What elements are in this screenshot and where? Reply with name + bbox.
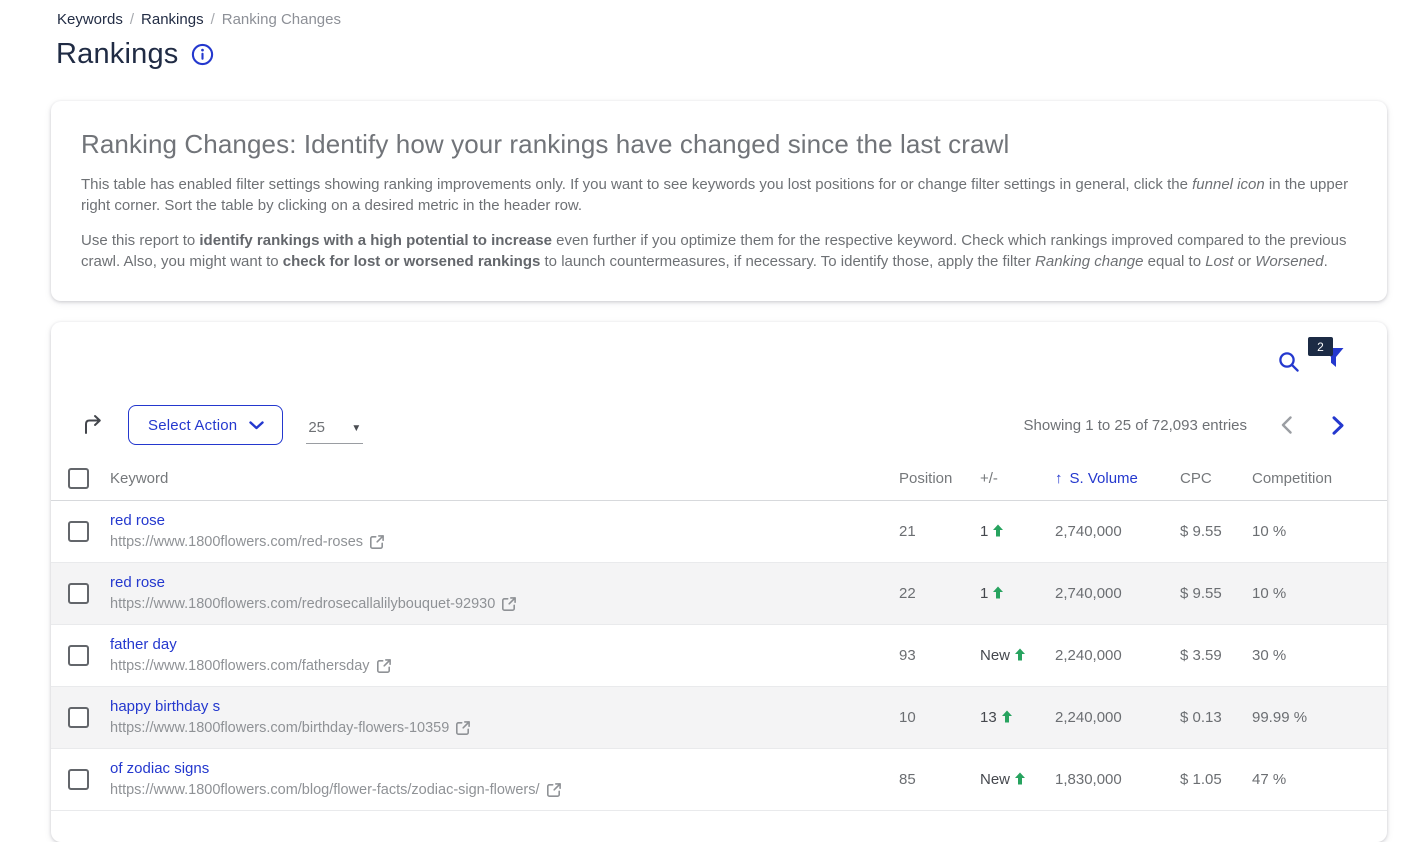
description-card: Ranking Changes: Identify how your ranki…: [51, 101, 1387, 301]
external-link-icon[interactable]: [501, 596, 517, 612]
cpc-value: $ 0.13: [1180, 686, 1252, 748]
filter-funnel-button[interactable]: 2: [1308, 337, 1358, 377]
competition-value: 10 %: [1252, 562, 1387, 624]
change-value: New: [980, 624, 1055, 686]
page-title: Rankings: [56, 38, 179, 71]
caret-down-icon: ▼: [351, 422, 361, 436]
row-checkbox[interactable]: [68, 645, 89, 666]
card-paragraph-2: Use this report to identify rankings wit…: [81, 230, 1357, 272]
competition-value: 99.99 %: [1252, 686, 1387, 748]
table-row: father day https://www.1800flowers.com/f…: [51, 624, 1387, 686]
cpc-value: $ 9.55: [1180, 562, 1252, 624]
competition-value: 10 %: [1252, 500, 1387, 562]
column-header-competition[interactable]: Competition: [1252, 458, 1387, 500]
cpc-value: $ 9.55: [1180, 500, 1252, 562]
arrow-up-icon: [1014, 772, 1026, 785]
column-header-cpc[interactable]: CPC: [1180, 458, 1252, 500]
keyword-link[interactable]: father day: [110, 636, 899, 653]
breadcrumb-separator: /: [130, 11, 134, 28]
column-header-keyword[interactable]: Keyword: [110, 458, 899, 500]
arrow-up-icon: [992, 524, 1004, 537]
column-header-volume[interactable]: ↑S. Volume: [1055, 458, 1180, 500]
column-header-change[interactable]: +/-: [980, 458, 1055, 500]
ranking-url: https://www.1800flowers.com/birthday-flo…: [110, 720, 449, 736]
change-value: 1: [980, 500, 1055, 562]
competition-value: 47 %: [1252, 748, 1387, 810]
table-row: red rose https://www.1800flowers.com/red…: [51, 500, 1387, 562]
competition-value: 30 %: [1252, 624, 1387, 686]
keyword-link[interactable]: red rose: [110, 512, 899, 529]
card-paragraph-1: This table has enabled filter settings s…: [81, 174, 1357, 216]
ranking-url: https://www.1800flowers.com/redrosecalla…: [110, 596, 495, 612]
rankings-table: Keyword Position +/- ↑S. Volume CPC Comp…: [51, 458, 1387, 811]
cpc-value: $ 1.05: [1180, 748, 1252, 810]
arrow-up-icon: [1001, 710, 1013, 723]
sort-ascending-icon: ↑: [1055, 470, 1063, 487]
next-page-button[interactable]: [1325, 412, 1351, 438]
export-icon[interactable]: [81, 413, 105, 437]
row-checkbox[interactable]: [68, 583, 89, 604]
select-all-checkbox[interactable]: [68, 468, 89, 489]
change-value: New: [980, 748, 1055, 810]
breadcrumb-separator: /: [211, 11, 215, 28]
external-link-icon[interactable]: [455, 720, 471, 736]
external-link-icon[interactable]: [369, 534, 385, 550]
keyword-link[interactable]: red rose: [110, 574, 899, 591]
change-value: 1: [980, 562, 1055, 624]
external-link-icon[interactable]: [546, 782, 562, 798]
ranking-url: https://www.1800flowers.com/fathersday: [110, 658, 370, 674]
position-value: 21: [899, 500, 980, 562]
filter-count-badge: 2: [1308, 337, 1333, 356]
keyword-link[interactable]: happy birthday s: [110, 698, 899, 715]
row-checkbox[interactable]: [68, 521, 89, 542]
table-header-row: Keyword Position +/- ↑S. Volume CPC Comp…: [51, 458, 1387, 500]
table-row: happy birthday s https://www.1800flowers…: [51, 686, 1387, 748]
arrow-up-icon: [992, 586, 1004, 599]
search-icon[interactable]: [1277, 350, 1301, 379]
row-checkbox[interactable]: [68, 707, 89, 728]
chevron-down-icon: [249, 421, 264, 430]
card-title: Ranking Changes: Identify how your ranki…: [81, 129, 1357, 160]
position-value: 22: [899, 562, 980, 624]
volume-value: 1,830,000: [1055, 748, 1180, 810]
column-header-position[interactable]: Position: [899, 458, 980, 500]
showing-entries-text: Showing 1 to 25 of 72,093 entries: [1024, 417, 1248, 434]
table-row: red rose https://www.1800flowers.com/red…: [51, 562, 1387, 624]
volume-value: 2,740,000: [1055, 500, 1180, 562]
change-value: 13: [980, 686, 1055, 748]
ranking-table-card: 2 Select Action 25 ▼ Showing 1 to 25 of …: [51, 322, 1387, 842]
position-value: 10: [899, 686, 980, 748]
breadcrumb-current: Ranking Changes: [222, 11, 341, 28]
row-checkbox[interactable]: [68, 769, 89, 790]
arrow-up-icon: [1014, 648, 1026, 661]
volume-value: 2,740,000: [1055, 562, 1180, 624]
volume-value: 2,240,000: [1055, 686, 1180, 748]
keyword-link[interactable]: of zodiac signs: [110, 760, 899, 777]
select-action-button[interactable]: Select Action: [128, 405, 283, 445]
volume-value: 2,240,000: [1055, 624, 1180, 686]
previous-page-button[interactable]: [1273, 412, 1299, 438]
page-size-select[interactable]: 25 ▼: [306, 412, 363, 444]
external-link-icon[interactable]: [376, 658, 392, 674]
table-row: of zodiac signs https://www.1800flowers.…: [51, 748, 1387, 810]
position-value: 85: [899, 748, 980, 810]
ranking-url: https://www.1800flowers.com/red-roses: [110, 534, 363, 550]
breadcrumb-keywords[interactable]: Keywords: [57, 11, 123, 28]
breadcrumb: Keywords / Rankings / Ranking Changes: [57, 11, 341, 28]
breadcrumb-rankings[interactable]: Rankings: [141, 11, 204, 28]
ranking-url: https://www.1800flowers.com/blog/flower-…: [110, 782, 540, 798]
info-icon[interactable]: [191, 43, 214, 66]
position-value: 93: [899, 624, 980, 686]
cpc-value: $ 3.59: [1180, 624, 1252, 686]
